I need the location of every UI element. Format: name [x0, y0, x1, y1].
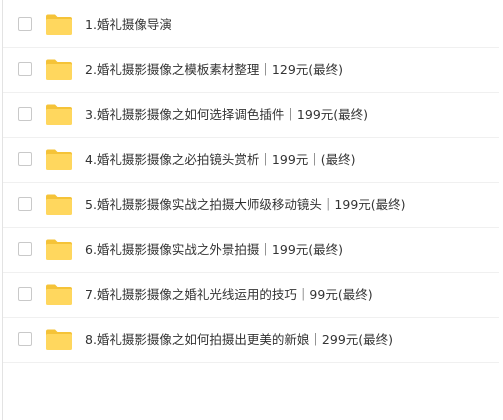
row-divider	[3, 137, 499, 138]
row-checkbox[interactable]	[18, 17, 32, 31]
row-divider	[3, 272, 499, 273]
file-name[interactable]: 6.婚礼摄影摄像实战之外景拍摄｜199元(最终)	[85, 241, 343, 259]
file-row[interactable]: 7.婚礼摄影摄像之婚礼光线运用的技巧｜99元(最终)	[0, 274, 503, 318]
folder-icon	[45, 103, 73, 126]
file-name[interactable]: 2.婚礼摄影摄像之模板素材整理｜129元(最终)	[85, 61, 343, 79]
file-list-panel: 1.婚礼摄像导演 2.婚礼摄影摄像之模板素材整理｜129元(最终) 3.婚礼摄影…	[0, 0, 503, 420]
file-name[interactable]: 4.婚礼摄影摄像之必拍镜头赏析｜199元｜(最终)	[85, 151, 356, 169]
folder-icon	[45, 328, 73, 351]
file-name[interactable]: 8.婚礼摄影摄像之如何拍摄出更美的新娘｜299元(最终)	[85, 331, 393, 349]
row-checkbox[interactable]	[18, 197, 32, 211]
folder-icon	[45, 193, 73, 216]
file-row[interactable]: 5.婚礼摄影摄像实战之拍摄大师级移动镜头｜199元(最终)	[0, 184, 503, 228]
file-row[interactable]: 3.婚礼摄影摄像之如何选择调色插件｜199元(最终)	[0, 94, 503, 138]
row-divider	[3, 362, 499, 363]
folder-icon	[45, 13, 73, 36]
folder-icon	[45, 238, 73, 261]
file-row[interactable]: 6.婚礼摄影摄像实战之外景拍摄｜199元(最终)	[0, 229, 503, 273]
file-row[interactable]: 4.婚礼摄影摄像之必拍镜头赏析｜199元｜(最终)	[0, 139, 503, 183]
row-divider	[3, 47, 499, 48]
folder-icon	[45, 283, 73, 306]
row-checkbox[interactable]	[18, 152, 32, 166]
row-checkbox[interactable]	[18, 62, 32, 76]
folder-icon	[45, 148, 73, 171]
row-divider	[3, 182, 499, 183]
file-row[interactable]: 2.婚礼摄影摄像之模板素材整理｜129元(最终)	[0, 49, 503, 93]
row-divider	[3, 92, 499, 93]
file-row[interactable]: 8.婚礼摄影摄像之如何拍摄出更美的新娘｜299元(最终)	[0, 319, 503, 363]
row-checkbox[interactable]	[18, 287, 32, 301]
row-checkbox[interactable]	[18, 332, 32, 346]
row-checkbox[interactable]	[18, 107, 32, 121]
file-row[interactable]: 1.婚礼摄像导演	[0, 4, 503, 48]
file-name[interactable]: 1.婚礼摄像导演	[85, 16, 172, 34]
row-divider	[3, 227, 499, 228]
file-name[interactable]: 7.婚礼摄影摄像之婚礼光线运用的技巧｜99元(最终)	[85, 286, 373, 304]
row-checkbox[interactable]	[18, 242, 32, 256]
row-divider	[3, 317, 499, 318]
file-name[interactable]: 5.婚礼摄影摄像实战之拍摄大师级移动镜头｜199元(最终)	[85, 196, 406, 214]
file-name[interactable]: 3.婚礼摄影摄像之如何选择调色插件｜199元(最终)	[85, 106, 368, 124]
folder-icon	[45, 58, 73, 81]
